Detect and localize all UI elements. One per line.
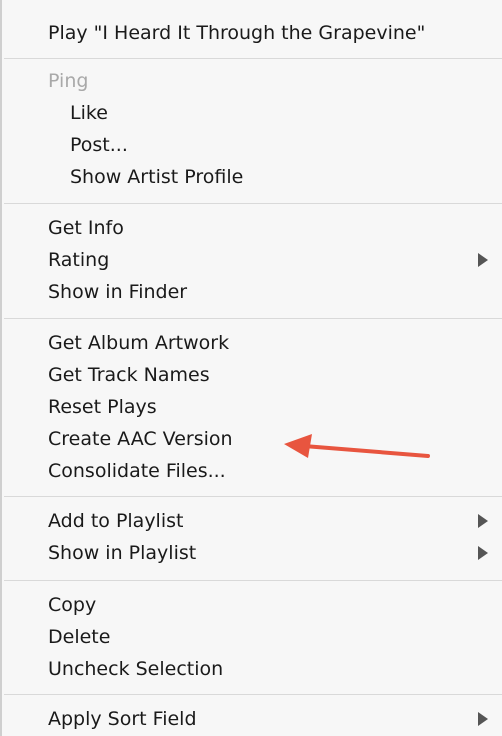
menu-item-show-in-finder[interactable]: Show in Finder (48, 277, 187, 307)
menu-item-create-aac-version[interactable]: Create AAC Version (48, 424, 233, 454)
submenu-arrow-icon (478, 712, 488, 726)
menu-item-get-track-names[interactable]: Get Track Names (48, 360, 210, 390)
menu-separator (4, 580, 502, 581)
menu-separator (4, 203, 502, 204)
menu-item-get-info[interactable]: Get Info (48, 213, 124, 243)
menu-item-rating[interactable]: Rating (48, 245, 109, 275)
menu-item-play[interactable]: Play "I Heard It Through the Grapevine" (48, 18, 425, 48)
annotation-arrow-icon (284, 434, 430, 458)
menu-item-add-to-playlist[interactable]: Add to Playlist (48, 506, 183, 536)
menu-item-delete[interactable]: Delete (48, 622, 110, 652)
submenu-arrow-icon (478, 514, 488, 528)
menu-item-like[interactable]: Like (70, 98, 108, 128)
menu-item-get-album-artwork[interactable]: Get Album Artwork (48, 328, 229, 358)
menu-separator (4, 496, 502, 497)
menu-separator (4, 58, 502, 59)
menu-item-copy[interactable]: Copy (48, 590, 96, 620)
menu-separator (4, 318, 502, 319)
submenu-arrow-icon (478, 253, 488, 267)
context-menu: Play "I Heard It Through the Grapevine" … (0, 0, 502, 736)
menu-section-ping: Ping (48, 70, 89, 92)
submenu-arrow-icon (478, 546, 488, 560)
menu-item-consolidate-files[interactable]: Consolidate Files... (48, 456, 226, 486)
menu-item-show-in-playlist[interactable]: Show in Playlist (48, 538, 196, 568)
menu-item-reset-plays[interactable]: Reset Plays (48, 392, 157, 422)
menu-item-uncheck-selection[interactable]: Uncheck Selection (48, 654, 223, 684)
menu-item-post[interactable]: Post... (70, 130, 128, 160)
menu-item-apply-sort-field[interactable]: Apply Sort Field (48, 704, 197, 734)
menu-item-show-artist-profile[interactable]: Show Artist Profile (70, 162, 243, 192)
menu-separator (4, 694, 502, 695)
